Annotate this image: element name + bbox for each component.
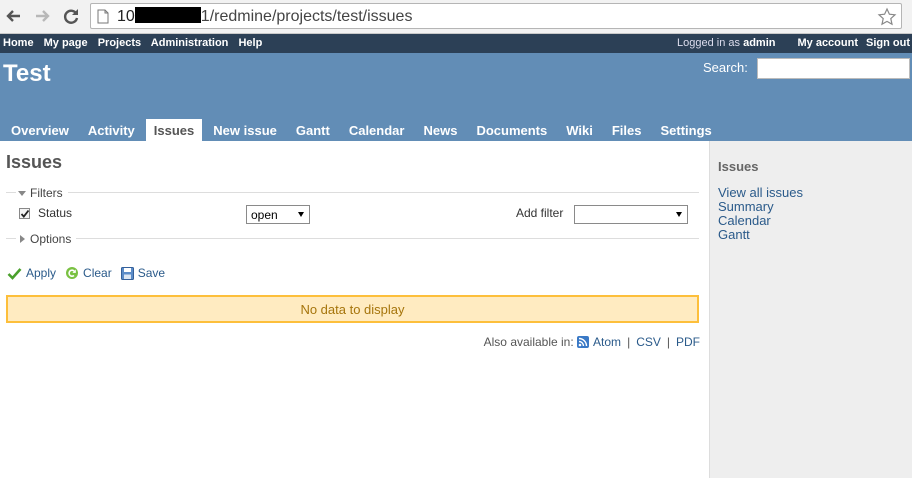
reload-icon (63, 9, 79, 24)
reload-icon (66, 267, 79, 279)
atom-link[interactable]: Atom (593, 335, 621, 349)
address-bar[interactable]: 10 1/redmine/projects/test/issues (90, 3, 902, 29)
top-menu: Home My page Projects Administration Hel… (0, 34, 912, 53)
tab-calendar[interactable]: Calendar (341, 119, 413, 141)
expanded-triangle-icon (18, 190, 26, 196)
options-toggle[interactable]: Options (20, 232, 71, 246)
also-available-label: Also available in: (483, 335, 574, 349)
url-host: 10 (117, 8, 135, 25)
tab-documents[interactable]: Documents (468, 119, 555, 141)
clear-button[interactable]: Clear (65, 266, 112, 280)
sign-out-link[interactable]: Sign out (866, 37, 910, 49)
reload-button[interactable] (60, 5, 82, 27)
csv-link[interactable]: CSV (636, 335, 661, 349)
header: Test Search: Overview Activity Issues New i… (0, 53, 912, 141)
tab-overview[interactable]: Overview (3, 119, 77, 141)
sidebar: Issues View all issues Summary Calendar … (709, 141, 912, 478)
project-title: Test (3, 60, 51, 87)
tab-news[interactable]: News (415, 119, 465, 141)
checkmark-icon (7, 267, 22, 280)
add-filter-select[interactable] (574, 205, 688, 224)
options-label: Options (30, 232, 72, 246)
feed-icon (577, 336, 590, 348)
collapsed-triangle-icon (20, 235, 25, 243)
tab-files[interactable]: Files (604, 119, 650, 141)
filters-toggle[interactable]: Filters (18, 186, 63, 200)
status-label: Status (38, 206, 73, 220)
no-data-message: No data to display (6, 295, 699, 323)
other-formats: Also available in: Atom | CSV | PDF (483, 335, 700, 349)
top-menu-help[interactable]: Help (238, 37, 262, 49)
redacted-text (134, 7, 201, 23)
sidebar-link-gantt[interactable]: Gantt (718, 228, 803, 242)
tab-new-issue[interactable]: New issue (205, 119, 285, 141)
status-operator-select[interactable]: open (246, 205, 310, 224)
filters-divider (6, 192, 699, 193)
star-icon[interactable] (877, 7, 897, 27)
pdf-link[interactable]: PDF (676, 335, 700, 349)
back-button[interactable] (3, 5, 25, 27)
arrow-right-icon (36, 10, 50, 22)
logged-in-user[interactable]: admin (743, 37, 775, 49)
sidebar-links: View all issues Summary Calendar Gantt (718, 186, 803, 242)
filters-label: Filters (30, 186, 63, 200)
my-account-link[interactable]: My account (797, 37, 858, 49)
status-select-value: open (251, 208, 278, 222)
top-menu-administration[interactable]: Administration (151, 37, 229, 49)
page-title: Issues (6, 152, 63, 172)
top-menu-my-page[interactable]: My page (44, 37, 88, 49)
top-menu-home[interactable]: Home (3, 37, 34, 49)
save-button[interactable]: Save (120, 266, 166, 280)
status-checkbox[interactable] (19, 208, 30, 219)
add-filter-label: Add filter (516, 206, 564, 220)
query-buttons: Apply Clear Save (7, 266, 174, 280)
forward-button[interactable] (31, 5, 53, 27)
top-menu-right: Logged in as admin My account Sign out (677, 37, 910, 49)
tab-activity[interactable]: Activity (80, 119, 143, 141)
apply-label: Apply (26, 266, 57, 280)
sidebar-link-calendar[interactable]: Calendar (718, 214, 803, 228)
url-path: 1/redmine/projects/test/issues (200, 8, 413, 25)
tab-issues[interactable]: Issues (145, 119, 203, 141)
top-menu-projects[interactable]: Projects (98, 37, 141, 49)
sidebar-title: Issues (718, 159, 759, 174)
browser-toolbar: 10 1/redmine/projects/test/issues (0, 0, 912, 34)
apply-button[interactable]: Apply (7, 266, 56, 280)
clear-label: Clear (83, 266, 112, 280)
tab-wiki[interactable]: Wiki (558, 119, 601, 141)
floppy-icon (120, 266, 134, 280)
dropdown-arrow-icon (676, 212, 682, 217)
main-menu: Overview Activity Issues New issue Gantt Cale… (3, 119, 723, 141)
sidebar-link-summary[interactable]: Summary (718, 200, 803, 214)
page-icon (97, 9, 109, 24)
main-content: Issues Filters Status open Add filter Op… (0, 141, 709, 478)
tab-gantt[interactable]: Gantt (288, 119, 338, 141)
tab-settings[interactable]: Settings (652, 119, 719, 141)
search-input[interactable] (757, 58, 910, 79)
logged-in-as: Logged in as admin (677, 37, 775, 49)
logged-in-label: Logged in as (677, 37, 741, 49)
dropdown-arrow-icon (298, 212, 304, 217)
search-label: Search: (703, 60, 748, 75)
checkmark-icon (20, 209, 30, 219)
url-text: 10 1/redmine/projects/test/issues (117, 7, 412, 26)
save-label: Save (137, 266, 166, 280)
options-divider (6, 238, 699, 239)
top-menu-left: Home My page Projects Administration Hel… (3, 37, 269, 49)
sidebar-link-view-all-issues[interactable]: View all issues (718, 186, 803, 200)
arrow-left-icon (6, 10, 20, 22)
